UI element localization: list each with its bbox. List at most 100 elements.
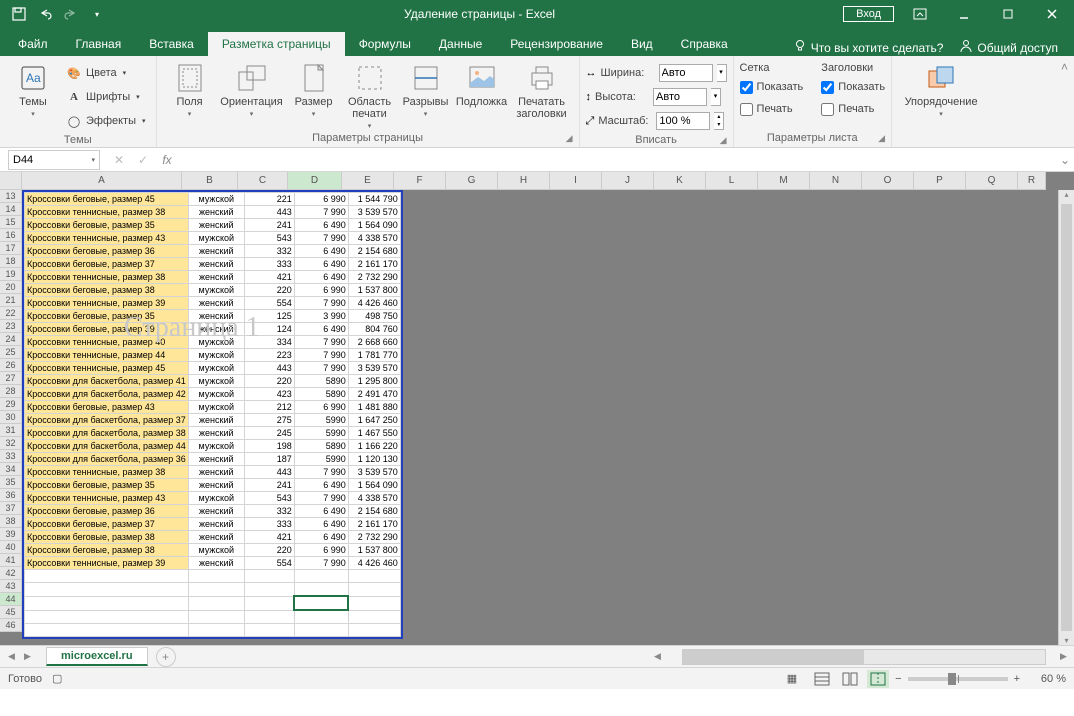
cell[interactable] [188, 624, 244, 637]
cell[interactable] [188, 610, 244, 624]
cell[interactable] [294, 596, 348, 610]
cell[interactable]: 1 564 090 [348, 479, 400, 492]
row-header-29[interactable]: 29 [0, 398, 22, 411]
breaks-button[interactable]: Разрывы▾ [399, 58, 453, 118]
cell[interactable] [25, 570, 189, 583]
cell[interactable] [348, 610, 400, 624]
redo-button[interactable] [60, 3, 82, 25]
tab-nav-prev[interactable]: ◀ [8, 651, 22, 662]
col-header-C[interactable]: C [238, 172, 288, 190]
enter-formula-button[interactable]: ✓ [134, 153, 152, 167]
col-header-I[interactable]: I [550, 172, 602, 190]
scale-launcher[interactable]: ◢ [720, 135, 727, 146]
cell[interactable]: 275 [244, 414, 294, 427]
row-header-17[interactable]: 17 [0, 242, 22, 255]
vscrollbar[interactable]: ▴ ▾ [1058, 190, 1074, 645]
cell[interactable] [25, 596, 189, 610]
cell[interactable]: женский [188, 557, 244, 570]
row-header-38[interactable]: 38 [0, 515, 22, 528]
row-header-18[interactable]: 18 [0, 255, 22, 268]
cell[interactable]: 1 295 800 [348, 375, 400, 388]
row-header-30[interactable]: 30 [0, 411, 22, 424]
cell[interactable]: 1 564 090 [348, 219, 400, 232]
background-button[interactable]: Подложка [455, 58, 509, 108]
cell[interactable]: 804 760 [348, 323, 400, 336]
cell[interactable]: 6 490 [294, 505, 348, 518]
row-header-14[interactable]: 14 [0, 203, 22, 216]
cell[interactable]: 2 161 170 [348, 518, 400, 531]
cell[interactable]: 1 467 550 [348, 427, 400, 440]
orientation-button[interactable]: Ориентация▾ [219, 58, 285, 118]
row-header-31[interactable]: 31 [0, 424, 22, 437]
row-header-26[interactable]: 26 [0, 359, 22, 372]
cell[interactable]: мужской [188, 375, 244, 388]
tab-nav-next[interactable]: ▶ [24, 651, 38, 662]
col-header-L[interactable]: L [706, 172, 758, 190]
cell[interactable]: Кроссовки беговые, размер 45 [25, 193, 189, 206]
cell[interactable]: мужской [188, 362, 244, 375]
effects-button[interactable]: ◯Эффекты▾ [62, 110, 150, 132]
cell[interactable]: мужской [188, 401, 244, 414]
cell[interactable]: Кроссовки теннисные, размер 38 [25, 466, 189, 479]
row-header-25[interactable]: 25 [0, 346, 22, 359]
cell[interactable] [244, 624, 294, 637]
cell[interactable]: 2 491 470 [348, 388, 400, 401]
cell[interactable]: 220 [244, 375, 294, 388]
col-header-O[interactable]: O [862, 172, 914, 190]
cell[interactable]: 332 [244, 505, 294, 518]
tell-me[interactable]: Что вы хотите сделать? [793, 39, 944, 56]
cell[interactable]: Кроссовки для баскетбола, размер 37 [25, 414, 189, 427]
cell[interactable]: 334 [244, 336, 294, 349]
vscroll-thumb[interactable] [1061, 204, 1072, 631]
cell[interactable]: 6 490 [294, 219, 348, 232]
cell[interactable]: 443 [244, 362, 294, 375]
sheet-opts-launcher[interactable]: ◢ [878, 133, 885, 144]
cell[interactable]: 241 [244, 479, 294, 492]
hscroll-thumb[interactable] [683, 650, 864, 664]
cell[interactable]: 7 990 [294, 466, 348, 479]
row-header-23[interactable]: 23 [0, 320, 22, 333]
undo-button[interactable] [34, 3, 56, 25]
cell[interactable]: 6 490 [294, 531, 348, 544]
signin-button[interactable]: Вход [843, 6, 894, 22]
cell[interactable]: 543 [244, 232, 294, 245]
cell[interactable] [348, 570, 400, 583]
minimize-button[interactable] [946, 0, 982, 28]
cell[interactable] [294, 624, 348, 637]
row-header-39[interactable]: 39 [0, 528, 22, 541]
cell[interactable]: 4 338 570 [348, 232, 400, 245]
expand-formula-bar[interactable]: ⌄ [1056, 153, 1074, 167]
row-header-22[interactable]: 22 [0, 307, 22, 320]
col-header-P[interactable]: P [914, 172, 966, 190]
cell[interactable] [244, 570, 294, 583]
cell[interactable]: 2 154 680 [348, 245, 400, 258]
cell[interactable]: 421 [244, 271, 294, 284]
col-header-J[interactable]: J [602, 172, 654, 190]
ribbon-tab-8[interactable]: Справка [667, 32, 742, 56]
sheet-tab-active[interactable]: microexcel.ru [46, 647, 148, 666]
name-box-dropdown[interactable]: ▾ [91, 156, 95, 164]
cell[interactable] [294, 570, 348, 583]
cell[interactable]: мужской [188, 440, 244, 453]
cell[interactable]: Кроссовки теннисные, размер 39 [25, 557, 189, 570]
cell[interactable]: Кроссовки теннисные, размер 40 [25, 336, 189, 349]
cell[interactable] [188, 570, 244, 583]
cell[interactable]: 1 647 250 [348, 414, 400, 427]
cell[interactable]: 7 990 [294, 492, 348, 505]
row-header-34[interactable]: 34 [0, 463, 22, 476]
row-header-42[interactable]: 42 [0, 567, 22, 580]
cell[interactable]: Кроссовки беговые, размер 39 [25, 323, 189, 336]
cell[interactable]: 125 [244, 310, 294, 323]
cell[interactable]: 245 [244, 427, 294, 440]
cell[interactable]: женский [188, 323, 244, 336]
name-box[interactable]: D44▾ [8, 150, 100, 170]
row-header-32[interactable]: 32 [0, 437, 22, 450]
cell[interactable]: 2 668 660 [348, 336, 400, 349]
cell[interactable]: 5990 [294, 414, 348, 427]
cell[interactable]: Кроссовки беговые, размер 37 [25, 518, 189, 531]
cell[interactable]: Кроссовки теннисные, размер 44 [25, 349, 189, 362]
cell[interactable]: Кроссовки беговые, размер 36 [25, 505, 189, 518]
maximize-button[interactable] [990, 0, 1026, 28]
cell[interactable]: 7 990 [294, 362, 348, 375]
cell[interactable]: Кроссовки теннисные, размер 43 [25, 492, 189, 505]
